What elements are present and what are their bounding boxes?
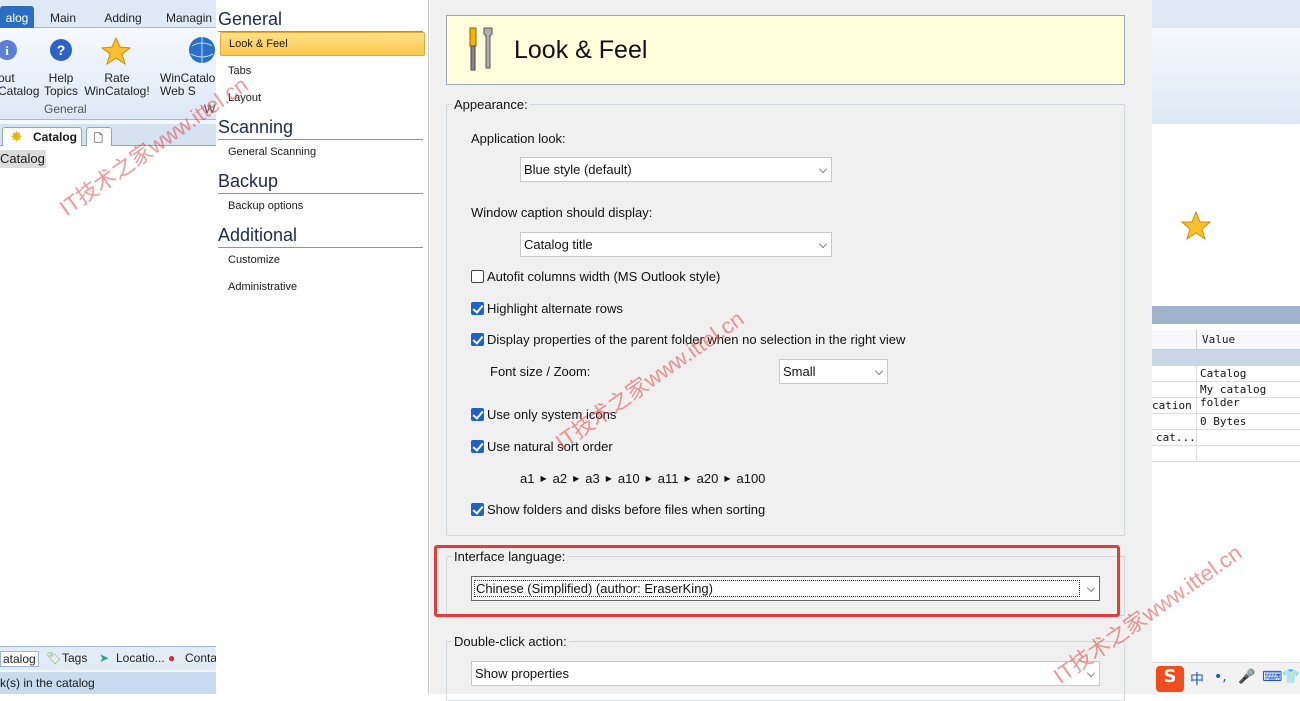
catalog-tree[interactable] — [0, 146, 216, 646]
arrow-right-icon: ▶ — [605, 474, 612, 483]
table-row[interactable]: My catalog folder — [1152, 382, 1300, 409]
info-icon[interactable]: i — [0, 38, 18, 62]
star-icon[interactable] — [101, 36, 131, 66]
chevron-down-icon — [875, 367, 883, 375]
tab-adding[interactable]: Adding — [98, 6, 148, 28]
arrow-right-icon: ▶ — [645, 474, 652, 483]
nav-section-general: General — [218, 9, 423, 32]
nav-item-backup-options[interactable]: Backup options — [220, 195, 425, 219]
arrow-right-icon: ▶ — [724, 474, 731, 483]
tab-tags[interactable]: Tags — [62, 651, 87, 665]
natural-sort-label: Use natural sort order — [487, 439, 613, 454]
help-icon[interactable]: ? — [49, 38, 73, 62]
app-look-select[interactable]: Blue style (default) — [520, 157, 832, 182]
nav-section-backup: Backup — [218, 171, 423, 194]
nav-item-general-scanning[interactable]: General Scanning — [220, 141, 425, 165]
location-icon: ➤ — [99, 651, 110, 665]
nav-item-customize[interactable]: Customize — [220, 249, 425, 273]
table-row[interactable]: cat... — [1152, 430, 1300, 446]
tab-catalog[interactable]: alog — [0, 6, 34, 28]
tags-icon: 🏷 — [46, 651, 62, 665]
svg-text:i: i — [5, 43, 9, 58]
new-tab-button[interactable]: 🗋 — [86, 127, 112, 146]
ribbon-tabs: alog Main Adding Managin — [0, 0, 216, 28]
tab-catalog-bottom[interactable]: atalog — [0, 651, 39, 667]
about-button[interactable]: out Catalog — [0, 72, 39, 98]
rate-button[interactable]: Rate WinCatalog! — [84, 72, 150, 98]
group-label-general: General — [44, 102, 87, 116]
status-bar: k(s) in the catalog — [0, 672, 216, 694]
grid-divider — [1196, 366, 1197, 462]
dblclick-label: Double-click action: — [452, 634, 569, 649]
star-icon: ✸ — [11, 129, 22, 144]
arrow-right-icon: ▶ — [573, 474, 580, 483]
nav-section-additional: Additional — [218, 225, 423, 248]
nav-section-scanning: Scanning — [218, 117, 423, 140]
folders-first-checkbox[interactable] — [471, 503, 484, 516]
tab-catalog-document[interactable]: ✸ Catalog — [2, 127, 82, 146]
tab-managing[interactable]: Managin — [166, 6, 216, 28]
svg-text:?: ? — [57, 42, 66, 58]
appearance-label: Appearance: — [452, 97, 530, 112]
table-row[interactable]: 0 Bytes — [1152, 414, 1300, 430]
star-icon — [1180, 210, 1212, 241]
folders-first-label: Show folders and disks before files when… — [487, 502, 766, 517]
chevron-down-icon — [819, 240, 827, 248]
autofit-label: Autofit columns width (MS Outlook style) — [487, 269, 721, 284]
dblclick-select[interactable]: Show properties — [471, 661, 1100, 686]
skin-icon[interactable]: 👕 — [1282, 669, 1299, 685]
contacts-icon: ● — [168, 651, 176, 665]
help-topics-button[interactable]: Help Topics — [40, 72, 82, 98]
chevron-down-icon — [819, 165, 827, 173]
arrow-right-icon: ▶ — [540, 474, 547, 483]
table-row[interactable]: Catalog — [1152, 366, 1300, 382]
tab-main[interactable]: Main — [42, 6, 84, 28]
app-look-label: Application look: — [471, 131, 566, 146]
autofit-checkbox[interactable] — [471, 270, 484, 283]
highlight-box — [434, 545, 1120, 617]
tab-locations[interactable]: Locatio... — [116, 651, 165, 665]
bottom-tabs: atalog 🏷 Tags ➤ Locatio... ● Conta — [0, 646, 217, 670]
font-zoom-label: Font size / Zoom: — [490, 364, 591, 379]
properties-header-bar — [1152, 306, 1300, 324]
caption-select[interactable]: Catalog title — [520, 232, 832, 257]
natural-sort-checkbox[interactable] — [471, 440, 484, 453]
arrow-right-icon: ▶ — [684, 474, 691, 483]
right-ribbon-body — [1152, 28, 1300, 124]
right-ribbon-tabs — [1152, 0, 1300, 28]
ime-toolbar: S 中 •, 🎤 ⌨ 👕 — [1152, 662, 1300, 694]
nav-item-administrative[interactable]: Administrative — [220, 276, 425, 300]
punctuation-icon[interactable]: •, — [1214, 669, 1227, 685]
nav-item-look-feel[interactable]: Look & Feel — [220, 32, 425, 56]
highlight-label: Highlight alternate rows — [487, 301, 623, 316]
tools-icon — [469, 27, 493, 71]
system-icons-checkbox[interactable] — [471, 408, 484, 421]
table-row[interactable] — [1152, 446, 1300, 462]
doc-tab-label: Catalog — [33, 130, 78, 144]
ime-logo-icon[interactable]: S — [1156, 666, 1184, 692]
nav-item-tabs[interactable]: Tabs — [220, 60, 425, 84]
sort-example: a1 ▶ a2 ▶ a3 ▶ a10 ▶ a11 ▶ a20 ▶ a100 — [520, 471, 766, 486]
properties-grid[interactable]: Catalog My catalog folder cation 0 Bytes… — [1152, 330, 1300, 470]
ime-chinese-mode[interactable]: 中 — [1190, 669, 1204, 689]
highlight-checkbox[interactable] — [471, 302, 484, 315]
keyboard-icon[interactable]: ⌨ — [1262, 669, 1282, 685]
tree-item-catalog[interactable]: Catalog — [0, 150, 46, 168]
table-row[interactable]: cation — [1152, 398, 1300, 414]
caption-label: Window caption should display: — [471, 205, 653, 220]
page-title: Look & Feel — [514, 36, 648, 64]
font-zoom-select[interactable]: Small — [779, 359, 888, 384]
microphone-icon[interactable]: 🎤 — [1238, 669, 1255, 685]
tab-contacts[interactable]: Conta — [185, 651, 217, 665]
globe-icon[interactable] — [188, 36, 216, 66]
display-props-checkbox[interactable] — [471, 333, 484, 346]
